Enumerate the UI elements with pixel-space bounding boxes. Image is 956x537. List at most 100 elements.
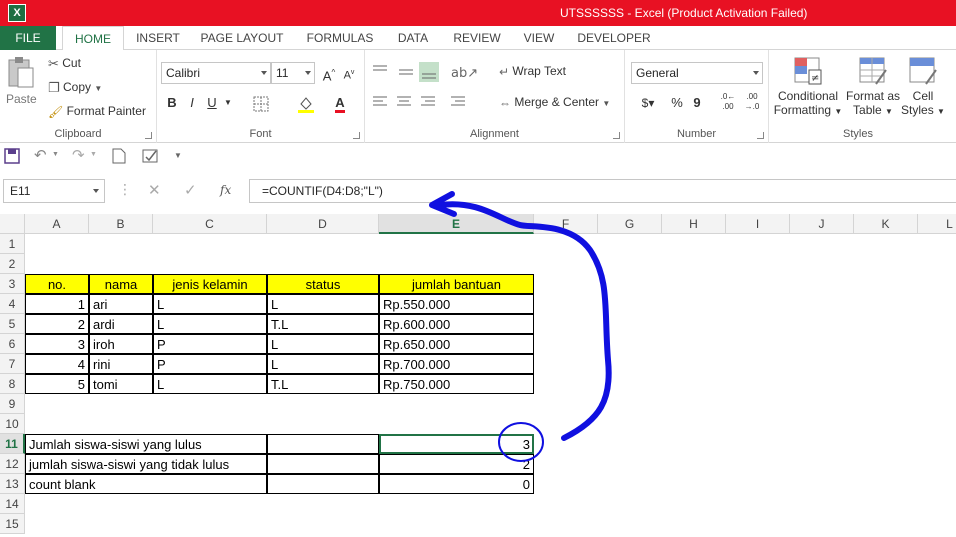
fill-color-button[interactable] bbox=[291, 92, 321, 114]
table-data-cell[interactable]: L bbox=[153, 294, 267, 314]
summary-empty-cell[interactable] bbox=[267, 454, 379, 474]
vertical-align-icons[interactable]: ab↗ bbox=[371, 62, 481, 82]
new-document-icon[interactable] bbox=[112, 148, 126, 164]
tab-formulas[interactable]: FORMULAS bbox=[300, 26, 380, 50]
table-header-cell[interactable]: nama bbox=[89, 274, 153, 294]
table-header-cell[interactable]: status bbox=[267, 274, 379, 294]
save-icon[interactable] bbox=[4, 148, 20, 164]
undo-icon[interactable]: ↶ bbox=[34, 146, 47, 164]
font-size-combo[interactable]: 11 bbox=[271, 62, 315, 84]
tab-review[interactable]: REVIEW bbox=[448, 26, 506, 50]
decrease-decimal-button[interactable]: .00 →.0 bbox=[741, 92, 763, 114]
table-data-cell[interactable]: Rp.750.000 bbox=[379, 374, 534, 394]
row-header-13[interactable]: 13 bbox=[0, 474, 25, 494]
table-data-cell[interactable]: L bbox=[267, 294, 379, 314]
column-header-h[interactable]: H bbox=[662, 214, 726, 234]
chevron-down-icon[interactable] bbox=[93, 189, 99, 193]
table-data-cell[interactable]: L bbox=[153, 374, 267, 394]
table-header-cell[interactable]: jenis kelamin bbox=[153, 274, 267, 294]
column-header-d[interactable]: D bbox=[267, 214, 379, 234]
tab-home[interactable]: HOME bbox=[62, 26, 124, 51]
select-all-corner[interactable] bbox=[0, 214, 25, 234]
column-header-g[interactable]: G bbox=[598, 214, 662, 234]
paste-button[interactable]: Paste bbox=[6, 56, 42, 120]
column-header-f[interactable]: F bbox=[534, 214, 598, 234]
column-header-a[interactable]: A bbox=[25, 214, 89, 234]
spreadsheet-grid[interactable]: A B C D E F G H I J K L 1 2 3 4 5 6 7 8 9 10 11 12 13 14 15 no. nama… bbox=[0, 214, 956, 537]
comma-button[interactable]: 9 bbox=[687, 92, 707, 114]
chevron-down-icon[interactable]: ▼ bbox=[223, 92, 233, 114]
horizontal-align-icons[interactable] bbox=[371, 94, 481, 110]
summary-empty-cell[interactable] bbox=[267, 474, 379, 494]
wrap-text-button[interactable]: ↵ Wrap Text bbox=[499, 64, 566, 79]
customize-toolbar-icon[interactable]: ▼ bbox=[174, 151, 182, 160]
row-header-10[interactable]: 10 bbox=[0, 414, 25, 434]
dialog-launcher-icon[interactable] bbox=[353, 132, 360, 139]
summary-label-cell[interactable]: jumlah siswa-siswi yang tidak lulus bbox=[25, 454, 267, 474]
table-data-cell[interactable]: L bbox=[267, 354, 379, 374]
row-header-11[interactable]: 11 bbox=[0, 434, 25, 454]
row-header-7[interactable]: 7 bbox=[0, 354, 25, 374]
table-header-cell[interactable]: no. bbox=[25, 274, 89, 294]
summary-label-cell[interactable]: count blank bbox=[25, 474, 267, 494]
summary-empty-cell[interactable] bbox=[267, 434, 379, 454]
table-data-cell[interactable]: 4 bbox=[25, 354, 89, 374]
table-data-cell[interactable]: L bbox=[153, 314, 267, 334]
cut-button[interactable]: ✂ Cut bbox=[48, 56, 81, 72]
currency-button[interactable]: $▾ bbox=[631, 92, 665, 114]
tab-data[interactable]: DATA bbox=[390, 26, 436, 50]
column-header-j[interactable]: J bbox=[790, 214, 854, 234]
spelling-check-icon[interactable] bbox=[142, 147, 160, 165]
row-header-5[interactable]: 5 bbox=[0, 314, 25, 334]
table-data-cell[interactable]: 3 bbox=[25, 334, 89, 354]
table-data-cell[interactable]: T.L bbox=[267, 374, 379, 394]
table-data-cell[interactable]: ardi bbox=[89, 314, 153, 334]
summary-value-cell[interactable]: 0 bbox=[379, 474, 534, 494]
grow-font-button[interactable]: A^ bbox=[319, 62, 339, 84]
font-name-combo[interactable]: Calibri bbox=[161, 62, 271, 84]
table-data-cell[interactable]: L bbox=[267, 334, 379, 354]
table-data-cell[interactable]: Rp.550.000 bbox=[379, 294, 534, 314]
copy-button[interactable]: ❐ Copy ▼ bbox=[48, 80, 102, 96]
name-box[interactable]: E11 bbox=[3, 179, 105, 203]
table-data-cell[interactable]: 2 bbox=[25, 314, 89, 334]
merge-center-button[interactable]: ⇔ Merge & Center ▼ bbox=[499, 95, 610, 110]
number-format-combo[interactable]: General bbox=[631, 62, 763, 84]
row-header-12[interactable]: 12 bbox=[0, 454, 25, 474]
tab-file[interactable]: FILE bbox=[0, 26, 56, 50]
underline-button[interactable]: U bbox=[203, 92, 221, 114]
table-data-cell[interactable]: rini bbox=[89, 354, 153, 374]
insert-function-icon[interactable]: fx bbox=[220, 183, 231, 197]
redo-icon[interactable]: ↷ bbox=[72, 146, 85, 164]
enter-icon[interactable]: ✓ bbox=[184, 181, 197, 199]
table-data-cell[interactable]: Rp.700.000 bbox=[379, 354, 534, 374]
format-as-table-button[interactable]: Format as Table ▼ bbox=[845, 56, 901, 119]
column-header-e[interactable]: E bbox=[379, 214, 534, 234]
table-data-cell[interactable]: iroh bbox=[89, 334, 153, 354]
row-header-4[interactable]: 4 bbox=[0, 294, 25, 314]
column-header-i[interactable]: I bbox=[726, 214, 790, 234]
table-data-cell[interactable]: Rp.600.000 bbox=[379, 314, 534, 334]
table-data-cell[interactable]: Rp.650.000 bbox=[379, 334, 534, 354]
table-data-cell[interactable]: P bbox=[153, 334, 267, 354]
table-data-cell[interactable]: 5 bbox=[25, 374, 89, 394]
borders-button[interactable] bbox=[247, 92, 275, 114]
format-painter-button[interactable]: 🖌 Format Painter bbox=[48, 104, 146, 119]
italic-button[interactable]: I bbox=[183, 92, 201, 114]
column-header-k[interactable]: K bbox=[854, 214, 918, 234]
table-data-cell[interactable]: tomi bbox=[89, 374, 153, 394]
increase-decimal-button[interactable]: .0← .00 bbox=[717, 92, 739, 114]
row-header-2[interactable]: 2 bbox=[0, 254, 25, 274]
row-header-1[interactable]: 1 bbox=[0, 234, 25, 254]
formula-input[interactable]: =COUNTIF(D4:D8;"L") bbox=[249, 179, 956, 203]
dialog-launcher-icon[interactable] bbox=[613, 132, 620, 139]
column-header-c[interactable]: C bbox=[153, 214, 267, 234]
table-header-cell[interactable]: jumlah bantuan bbox=[379, 274, 534, 294]
table-data-cell[interactable]: ari bbox=[89, 294, 153, 314]
chevron-down-icon[interactable]: ▼ bbox=[90, 151, 97, 158]
row-header-15[interactable]: 15 bbox=[0, 514, 25, 534]
summary-label-cell[interactable]: Jumlah siswa-siswi yang lulus bbox=[25, 434, 267, 454]
dialog-launcher-icon[interactable] bbox=[757, 132, 764, 139]
row-header-3[interactable]: 3 bbox=[0, 274, 25, 294]
column-header-l[interactable]: L bbox=[918, 214, 956, 234]
